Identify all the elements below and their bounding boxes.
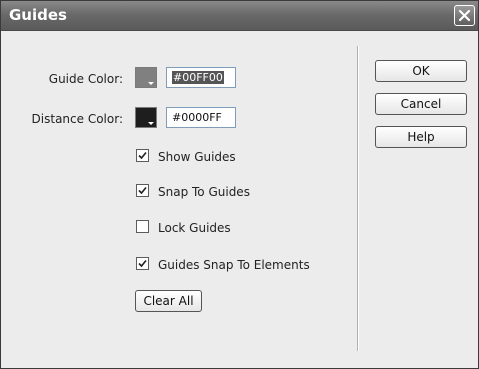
guide-color-value: #00FF00 <box>172 71 224 84</box>
dropdown-arrow-icon <box>148 82 154 85</box>
guides-dialog: Guides Guide Color: #00FF00 Distance Col… <box>0 0 479 369</box>
guides-snap-to-elements-label: Guides Snap To Elements <box>158 258 310 272</box>
guide-color-label: Guide Color: <box>48 72 123 86</box>
distance-color-value: #0000FF <box>172 111 222 124</box>
close-icon <box>458 9 471 22</box>
checkmark-icon <box>138 259 147 268</box>
dropdown-arrow-icon <box>148 122 154 125</box>
lock-guides-label: Lock Guides <box>158 221 231 235</box>
lock-guides-checkbox[interactable] <box>136 220 149 233</box>
snap-to-guides-label: Snap To Guides <box>158 185 250 199</box>
distance-color-label: Distance Color: <box>31 112 123 126</box>
title-bar: Guides <box>1 1 478 31</box>
cancel-button[interactable]: Cancel <box>375 93 467 115</box>
divider <box>357 46 359 351</box>
help-button[interactable]: Help <box>375 126 467 148</box>
show-guides-label: Show Guides <box>158 150 236 164</box>
checkmark-icon <box>138 151 147 160</box>
show-guides-checkbox[interactable] <box>136 149 149 162</box>
clear-all-button[interactable]: Clear All <box>135 290 202 312</box>
guide-color-input[interactable]: #00FF00 <box>166 67 236 88</box>
ok-button[interactable]: OK <box>375 60 467 82</box>
distance-color-input[interactable]: #0000FF <box>166 107 236 128</box>
snap-to-guides-checkbox[interactable] <box>136 184 149 197</box>
dialog-title: Guides <box>9 6 67 24</box>
checkmark-icon <box>138 186 147 195</box>
distance-color-swatch[interactable] <box>135 107 157 128</box>
close-button[interactable] <box>454 5 475 26</box>
guides-snap-to-elements-checkbox[interactable] <box>136 257 149 270</box>
guide-color-swatch[interactable] <box>135 67 157 88</box>
